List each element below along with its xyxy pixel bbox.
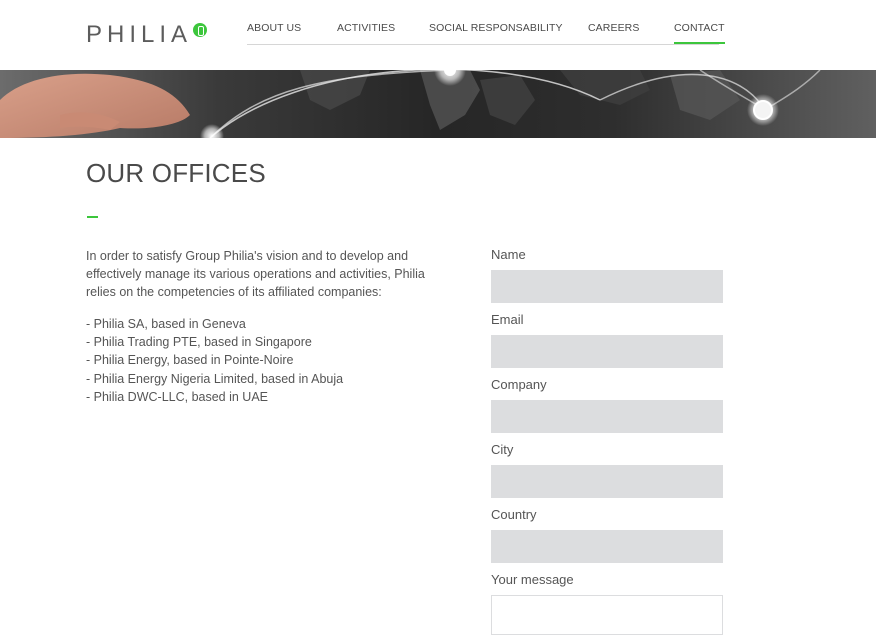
hero-banner bbox=[0, 70, 876, 138]
name-field[interactable] bbox=[491, 270, 723, 303]
list-item: - Philia Trading PTE, based in Singapore bbox=[86, 335, 312, 350]
main-nav: ABOUT US ACTIVITIES SOCIAL RESPONSABILIT… bbox=[247, 16, 725, 45]
country-label: Country bbox=[491, 507, 537, 522]
city-label: City bbox=[491, 442, 514, 457]
country-field[interactable] bbox=[491, 530, 723, 563]
list-item: - Philia Energy, based in Pointe-Noire bbox=[86, 353, 294, 368]
logo-text: PHILIA bbox=[86, 21, 193, 48]
company-label: Company bbox=[491, 377, 547, 392]
nav-item-social-responsability[interactable]: SOCIAL RESPONSABILITY bbox=[429, 22, 563, 34]
city-field[interactable] bbox=[491, 465, 723, 498]
list-item: - Philia SA, based in Geneva bbox=[86, 317, 246, 331]
page-title: OUR OFFICES bbox=[86, 158, 266, 188]
companies-list: - Philia SA, based in Geneva - Philia Tr… bbox=[86, 315, 343, 406]
banner-image bbox=[0, 70, 821, 138]
nav-item-about-us[interactable]: ABOUT US bbox=[247, 22, 301, 34]
name-label: Name bbox=[491, 247, 526, 262]
title-accent-line bbox=[87, 216, 98, 218]
site-logo[interactable]: PHILIA bbox=[86, 20, 208, 50]
message-field[interactable] bbox=[491, 595, 723, 635]
nav-item-activities[interactable]: ACTIVITIES bbox=[337, 22, 395, 34]
list-item: - Philia DWC-LLC, based in UAE bbox=[86, 389, 269, 404]
nav-item-careers[interactable]: CAREERS bbox=[588, 22, 639, 34]
email-field[interactable] bbox=[491, 335, 723, 368]
list-item: - Philia Energy Nigeria Limited, based i… bbox=[86, 371, 344, 386]
message-label: Your message bbox=[491, 572, 574, 587]
site-header: PHILIA ABOUT US ACTIVITIES SOCIAL RESPON… bbox=[0, 0, 876, 70]
email-label: Email bbox=[491, 312, 524, 327]
intro-text: In order to satisfy Group Philia's visio… bbox=[86, 249, 425, 299]
logo-mark-icon bbox=[193, 23, 208, 37]
nav-item-contact[interactable]: CONTACT bbox=[674, 22, 725, 44]
company-field[interactable] bbox=[491, 400, 723, 433]
contact-form: Name Email Company City Country Your mes… bbox=[491, 246, 723, 635]
